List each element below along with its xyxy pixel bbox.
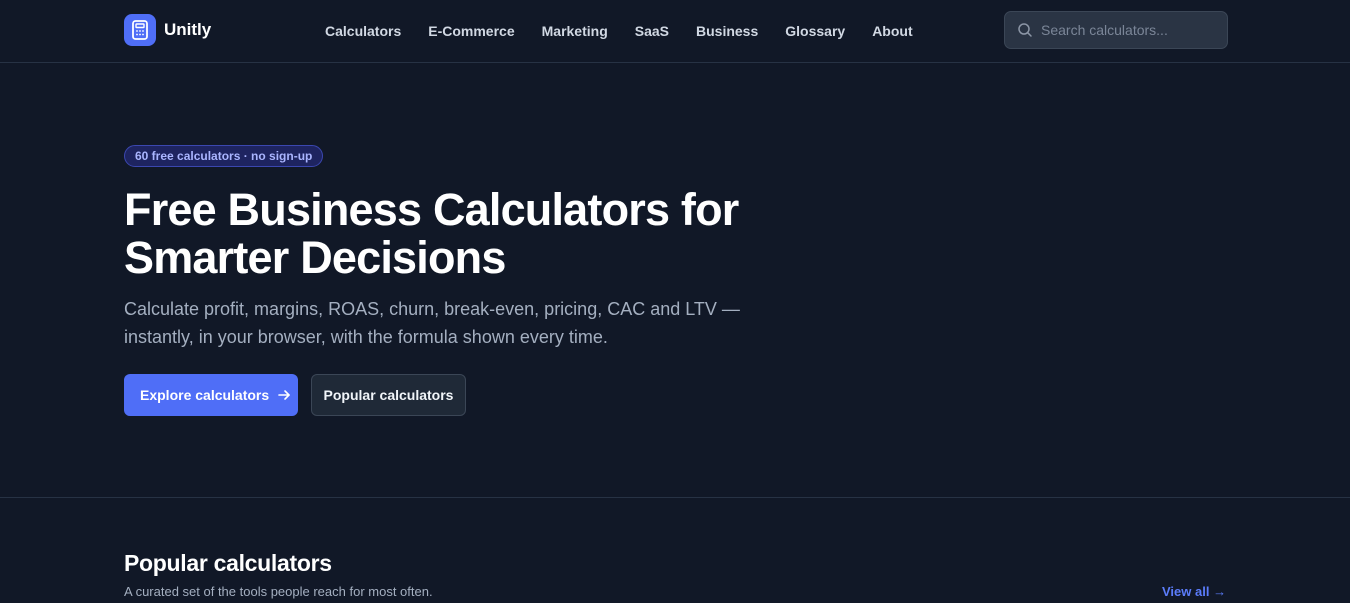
brand-name: Unitly <box>164 20 212 39</box>
main-nav: Calculators E-Commerce Marketing SaaS Bu… <box>325 0 913 62</box>
hero-badge: 60 free calculators · no sign-up <box>124 145 324 167</box>
search-icon <box>1017 22 1033 38</box>
search-box[interactable] <box>1004 11 1228 49</box>
site-header: Unitly Calculators E-Commerce Marketing … <box>0 0 1350 63</box>
brand-logo-link[interactable]: Unitly <box>124 14 211 46</box>
nav-item-e-commerce[interactable]: E-Commerce <box>428 23 514 39</box>
search-input[interactable] <box>1041 22 1216 38</box>
hero-actions: Explore calculators Popular calculators <box>124 374 824 416</box>
view-all-link[interactable]: View all → <box>1162 584 1226 599</box>
popular-section-subtitle: A curated set of the tools people reach … <box>124 584 433 599</box>
nav-item-saas[interactable]: SaaS <box>635 23 669 39</box>
arrow-right-icon <box>277 388 291 402</box>
nav-item-calculators[interactable]: Calculators <box>325 23 401 39</box>
popular-section-title: Popular calculators <box>124 550 332 576</box>
nav-item-business[interactable]: Business <box>696 23 758 39</box>
page: Unitly Calculators E-Commerce Marketing … <box>0 0 1350 603</box>
nav-item-glossary[interactable]: Glossary <box>785 23 845 39</box>
hero-subtitle: Calculate profit, margins, ROAS, churn, … <box>124 299 740 347</box>
nav-item-marketing[interactable]: Marketing <box>542 23 608 39</box>
popular-calculators-button[interactable]: Popular calculators <box>311 374 466 416</box>
explore-calculators-label: Explore calculators <box>140 387 270 403</box>
hero-title: Free Business Calculators for Smarter De… <box>124 184 739 283</box>
section-divider <box>0 497 1350 498</box>
nav-item-about[interactable]: About <box>872 23 912 39</box>
explore-calculators-button[interactable]: Explore calculators <box>124 374 298 416</box>
hero-section: 60 free calculators · no sign-up Free Bu… <box>124 145 824 416</box>
calculator-icon <box>124 14 156 46</box>
